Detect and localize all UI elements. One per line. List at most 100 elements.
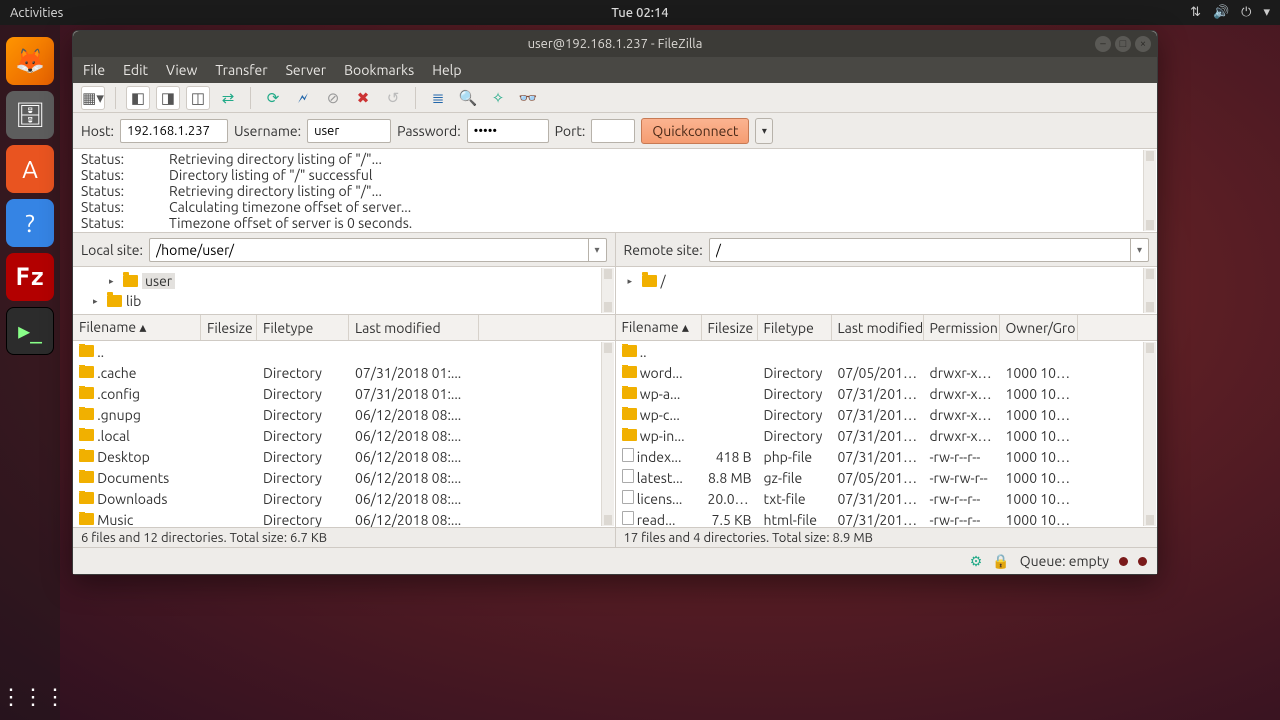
host-input[interactable]	[120, 119, 228, 143]
compare-button[interactable]: ✧	[486, 86, 510, 110]
dock-firefox[interactable]: 🦊	[6, 37, 54, 85]
list-item[interactable]: Desktop Directory06/12/2018 08:...	[73, 446, 615, 467]
list-item[interactable]: wp-in... Directory07/31/2018 ... drwxr-x…	[616, 425, 1158, 446]
dock-help[interactable]: ?	[6, 199, 54, 247]
message-log[interactable]: Status:Retrieving directory listing of "…	[73, 149, 1157, 233]
chevron-down-icon[interactable]: ▾	[588, 239, 606, 261]
dock-filezilla[interactable]: Fz	[6, 253, 54, 301]
quickconnect-dropdown[interactable]: ▾	[755, 118, 773, 144]
reconnect-button[interactable]: ↺	[381, 86, 405, 110]
local-file-list[interactable]: .. .cache Directory07/31/2018 01:... .co…	[73, 341, 615, 527]
system-tray[interactable]: ⇅ 🔊 ⏻ ▾	[1190, 5, 1270, 20]
menu-transfer[interactable]: Transfer	[215, 62, 267, 78]
network-icon[interactable]: ⇅	[1190, 5, 1201, 20]
power-icon[interactable]: ⏻	[1241, 5, 1251, 20]
list-item[interactable]: latest...8.8 MB gz-file07/05/2018 ... -r…	[616, 467, 1158, 488]
disconnect-button[interactable]: ✖	[351, 86, 375, 110]
column-header[interactable]: Filesize	[702, 315, 758, 340]
remote-list-header[interactable]: Filename ▴FilesizeFiletypeLast modifiedP…	[616, 315, 1158, 341]
column-header[interactable]: Owner/Gro	[1000, 315, 1078, 340]
list-item[interactable]: index...418 B php-file07/31/2018 ... -rw…	[616, 446, 1158, 467]
close-button[interactable]: ×	[1135, 36, 1151, 52]
remote-file-list[interactable]: .. word... Directory07/05/2018 ... drwxr…	[616, 341, 1158, 527]
caret-down-icon[interactable]: ▾	[1263, 5, 1270, 20]
dock-terminal[interactable]: ▸_	[6, 307, 54, 355]
password-input[interactable]	[467, 119, 549, 143]
maximize-button[interactable]: □	[1115, 36, 1131, 52]
cancel-button[interactable]: ⊘	[321, 86, 345, 110]
find-button[interactable]: 👓	[516, 86, 540, 110]
column-header[interactable]: Filename ▴	[616, 315, 702, 340]
clock[interactable]: Tue 02:14	[611, 6, 668, 20]
port-input[interactable]	[591, 119, 635, 143]
tree-node[interactable]: ▸/	[624, 271, 1150, 291]
tree-node[interactable]: ▸lib	[81, 291, 607, 311]
dock-software[interactable]: A	[6, 145, 54, 193]
list-item[interactable]: .cache Directory07/31/2018 01:...	[73, 362, 615, 383]
local-site-input[interactable]	[150, 239, 588, 261]
dock-files[interactable]: 🗄	[6, 91, 54, 139]
sync-browsing-button[interactable]: ⇄	[216, 86, 240, 110]
column-header[interactable]: Filetype	[758, 315, 832, 340]
list-item[interactable]: Documents Directory06/12/2018 08:...	[73, 467, 615, 488]
toggle-local-tree-button[interactable]: ◧	[126, 86, 150, 110]
menu-view[interactable]: View	[166, 62, 197, 78]
remote-list-scrollbar[interactable]	[1143, 342, 1156, 526]
menu-edit[interactable]: Edit	[123, 62, 148, 78]
toggle-queue-button[interactable]: ◫	[186, 86, 210, 110]
local-list-scrollbar[interactable]	[601, 342, 614, 526]
column-header[interactable]: Last modified	[832, 315, 924, 340]
remote-site-combo[interactable]: ▾	[709, 238, 1149, 262]
column-header[interactable]: Last modified	[349, 315, 479, 340]
menu-bookmarks[interactable]: Bookmarks	[344, 62, 414, 78]
search-button[interactable]: 🔍	[456, 86, 480, 110]
list-item[interactable]: ..	[73, 341, 615, 362]
list-item[interactable]: read...7.5 KB html-file07/31/2018 ... -r…	[616, 509, 1158, 527]
log-scrollbar[interactable]	[1143, 150, 1156, 231]
filter-button[interactable]: ≣	[426, 86, 450, 110]
quickconnect-button[interactable]: Quickconnect	[641, 118, 749, 144]
window-titlebar[interactable]: user@192.168.1.237 - FileZilla – □ ×	[73, 31, 1157, 57]
settings-icon[interactable]: ⚙	[970, 553, 983, 570]
list-item[interactable]: .gnupg Directory06/12/2018 08:...	[73, 404, 615, 425]
list-item[interactable]: licens...20.0 KB txt-file07/31/2018 ... …	[616, 488, 1158, 509]
minimize-button[interactable]: –	[1095, 36, 1111, 52]
remote-site-input[interactable]	[710, 239, 1130, 261]
local-tree[interactable]: ▸user▸lib	[73, 267, 615, 315]
ubuntu-dock: 🦊 🗄 A ? Fz ▸_ ⋮⋮⋮	[0, 25, 60, 720]
list-item[interactable]: Downloads Directory06/12/2018 08:...	[73, 488, 615, 509]
show-applications[interactable]: ⋮⋮⋮	[0, 684, 60, 710]
refresh-button[interactable]: ⟳	[261, 86, 285, 110]
column-header[interactable]: Permission	[924, 315, 1000, 340]
list-item[interactable]: ..	[616, 341, 1158, 362]
site-manager-button[interactable]: ▦▾	[81, 86, 105, 110]
list-item[interactable]: word... Directory07/05/2018 ... drwxr-xr…	[616, 362, 1158, 383]
list-item[interactable]: Music Directory06/12/2018 08:...	[73, 509, 615, 527]
menu-server[interactable]: Server	[286, 62, 327, 78]
list-item[interactable]: .config Directory07/31/2018 01:...	[73, 383, 615, 404]
chevron-down-icon[interactable]: ▾	[1130, 239, 1148, 261]
local-tree-scrollbar[interactable]	[601, 268, 614, 313]
list-item[interactable]: wp-a... Directory07/31/2018 ... drwxr-xr…	[616, 383, 1158, 404]
remote-tree-scrollbar[interactable]	[1143, 268, 1156, 313]
username-input[interactable]	[307, 119, 391, 143]
volume-icon[interactable]: 🔊	[1213, 5, 1229, 20]
local-site-combo[interactable]: ▾	[149, 238, 607, 262]
remote-status: 17 files and 4 directories. Total size: …	[616, 527, 1158, 547]
column-header[interactable]: Filetype	[257, 315, 349, 340]
remote-tree[interactable]: ▸/	[616, 267, 1158, 315]
activities-button[interactable]: Activities	[10, 6, 63, 20]
tree-node[interactable]: ▸user	[81, 271, 607, 291]
process-queue-button[interactable]: 🗲	[291, 86, 315, 110]
menu-help[interactable]: Help	[432, 62, 461, 78]
lock-icon[interactable]: 🔒	[992, 553, 1009, 570]
toggle-remote-tree-button[interactable]: ◨	[156, 86, 180, 110]
list-item[interactable]: wp-c... Directory07/31/2018 ... drwxr-xr…	[616, 404, 1158, 425]
column-header[interactable]: Filesize	[201, 315, 257, 340]
folder-icon	[79, 450, 94, 462]
log-line: Status:Directory listing of "/" successf…	[81, 167, 1149, 183]
menu-file[interactable]: File	[83, 62, 105, 78]
column-header[interactable]: Filename ▴	[73, 315, 201, 340]
local-list-header[interactable]: Filename ▴FilesizeFiletypeLast modified	[73, 315, 615, 341]
list-item[interactable]: .local Directory06/12/2018 08:...	[73, 425, 615, 446]
